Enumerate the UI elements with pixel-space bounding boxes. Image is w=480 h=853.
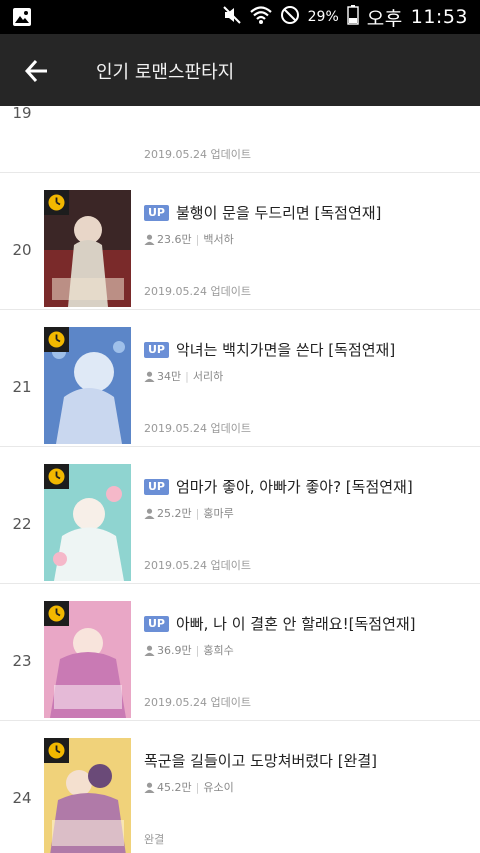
gallery-icon [12,7,32,27]
cover-thumbnail [44,601,131,718]
divider: | [195,780,200,794]
up-badge: UP [144,615,169,632]
cover-thumbnail [44,464,131,581]
list-item[interactable]: 19 2019.05.24 업데이트 [0,106,480,173]
clock-icon [44,464,69,489]
update-date: 2019.05.24 업데이트 [144,559,251,572]
clock-icon [44,601,69,626]
list-item[interactable]: 23 UP 아빠, 나 이 결혼 안 할래요![독점연재] 36.9만 | 홍희… [0,584,480,721]
rank-number: 20 [12,241,32,259]
update-date: 2019.05.24 업데이트 [144,422,251,435]
divider: | [195,643,200,657]
do-not-disturb-icon [280,5,300,29]
view-count: 23.6만 [157,233,192,246]
divider: | [185,369,189,383]
item-info: UP 불행이 문을 두드리면 [독점연재] 23.6만 | 백서하 [144,202,474,247]
item-title: 엄마가 좋아, 아빠가 좋아? [독점연재] [176,478,413,496]
up-badge: UP [144,478,169,495]
up-badge: UP [144,204,169,221]
clock-icon [44,190,69,215]
view-count: 34만 [157,370,182,383]
rank-number: 23 [12,652,32,670]
rank-number: 24 [12,789,32,807]
author-name: 백서하 [203,233,234,246]
author-name: 유소이 [203,781,234,794]
item-title: 불행이 문을 두드리면 [독점연재] [176,204,382,222]
person-icon [144,782,155,793]
update-date: 2019.05.24 업데이트 [144,285,251,298]
list-item[interactable]: 24 폭군을 길들이고 도망쳐버렸다 [완결] 45.2만 | 유소이 완결 [0,721,480,853]
item-info: UP 아빠, 나 이 결혼 안 할래요![독점연재] 36.9만 | 홍희수 [144,613,474,658]
list-item[interactable]: 22 UP 엄마가 좋아, 아빠가 좋아? [독점연재] 25.2만 | 홍마루… [0,447,480,584]
person-icon [144,508,155,519]
ranking-list: 19 2019.05.24 업데이트 20 UP 불행이 문을 두드리면 [독점… [0,106,480,853]
ampm-label: 오후 [366,7,403,30]
list-item[interactable]: 21 UP 악녀는 백치가면을 쓴다 [독점연재] 34만 | 서리하 2019… [0,310,480,447]
page-title: 인기 로맨스판타지 [96,62,235,83]
person-icon [144,371,155,382]
person-icon [144,234,155,245]
author-name: 홍마루 [203,507,234,520]
author-name: 홍희수 [203,644,234,657]
rank-number: 22 [12,515,32,533]
up-badge: UP [144,341,169,358]
view-count: 45.2만 [157,781,192,794]
rank-number: 21 [12,378,32,396]
item-info: 폭군을 길들이고 도망쳐버렸다 [완결] 45.2만 | 유소이 [144,750,474,795]
item-title: 폭군을 길들이고 도망쳐버렸다 [완결] [144,752,378,770]
item-info: UP 엄마가 좋아, 아빠가 좋아? [독점연재] 25.2만 | 홍마루 [144,476,474,521]
app-bar: 인기 로맨스판타지 [0,34,480,106]
wifi-icon [249,5,272,29]
status-bar: 29% 오후 11:53 [0,0,480,34]
list-item[interactable]: 20 UP 불행이 문을 두드리면 [독점연재] 23.6만 | 백서하 201… [0,173,480,310]
update-date: 2019.05.24 업데이트 [144,148,251,161]
clock-time: 11:53 [410,6,468,28]
clock-icon [44,738,69,763]
mute-icon [222,5,242,29]
cover-thumbnail [44,190,131,307]
rank-number: 19 [12,106,32,122]
view-count: 25.2만 [157,507,192,520]
divider: | [195,506,200,520]
update-date: 2019.05.24 업데이트 [144,696,251,709]
clock-icon [44,327,69,352]
cover-thumbnail [44,327,131,444]
back-arrow-icon[interactable] [22,56,52,86]
divider: | [195,232,200,246]
person-icon [144,645,155,656]
item-title: 아빠, 나 이 결혼 안 할래요![독점연재] [176,615,416,633]
author-name: 서리하 [192,370,224,383]
view-count: 36.9만 [157,644,192,657]
item-info: UP 악녀는 백치가면을 쓴다 [독점연재] 34만 | 서리하 [144,339,474,384]
completion-status: 완결 [144,833,165,846]
cover-thumbnail [44,738,131,853]
battery-percent: 29% [307,9,339,25]
item-title: 악녀는 백치가면을 쓴다 [독점연재] [176,341,396,359]
battery-icon [347,5,359,29]
